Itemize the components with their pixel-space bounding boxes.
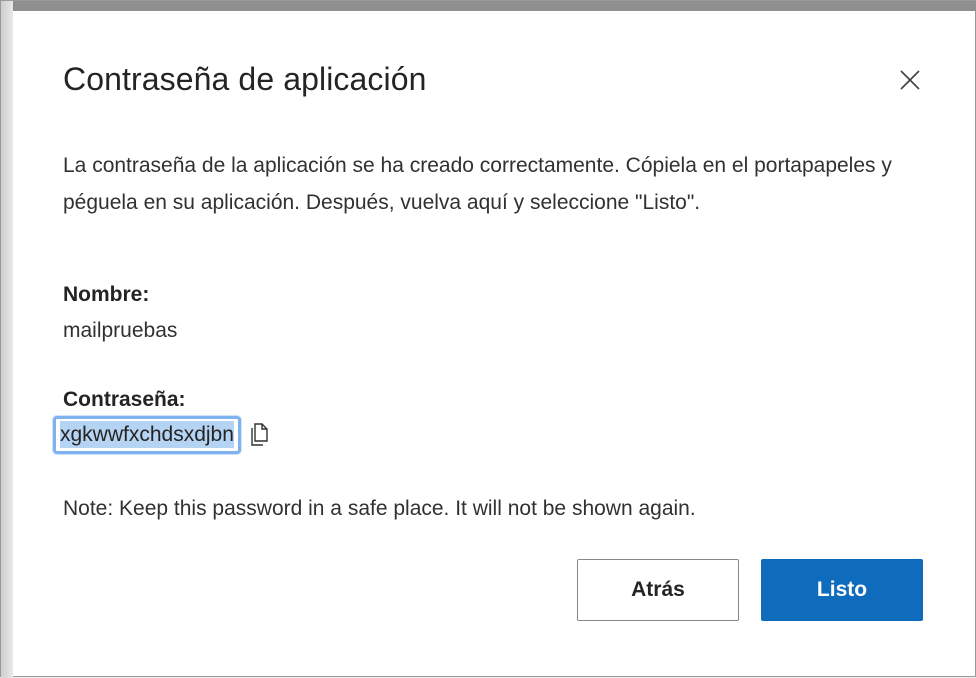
back-button[interactable]: Atrás — [577, 559, 739, 621]
copy-icon — [251, 423, 268, 446]
screen: Contraseña de aplicación La contraseña d… — [0, 0, 976, 678]
note-text: Note: Keep this password in a safe place… — [63, 497, 696, 520]
copy-button[interactable] — [247, 421, 271, 449]
backdrop-left — [1, 1, 13, 678]
close-button[interactable] — [893, 63, 927, 97]
dialog-description: La contraseña de la aplicación se ha cre… — [63, 154, 892, 214]
app-password-dialog: Contraseña de aplicación La contraseña d… — [13, 11, 965, 671]
password-value[interactable]: xgkwwfxchdsxdjbn — [60, 421, 234, 448]
name-value: mailpruebas — [63, 319, 178, 342]
dialog-title: Contraseña de aplicación — [63, 61, 427, 97]
password-row: xgkwwfxchdsxdjbn — [53, 409, 271, 461]
close-icon — [900, 70, 920, 90]
done-button[interactable]: Listo — [761, 559, 923, 621]
backdrop-top — [1, 1, 976, 11]
password-field[interactable]: xgkwwfxchdsxdjbn — [53, 416, 241, 454]
name-label: Nombre: — [63, 283, 150, 306]
